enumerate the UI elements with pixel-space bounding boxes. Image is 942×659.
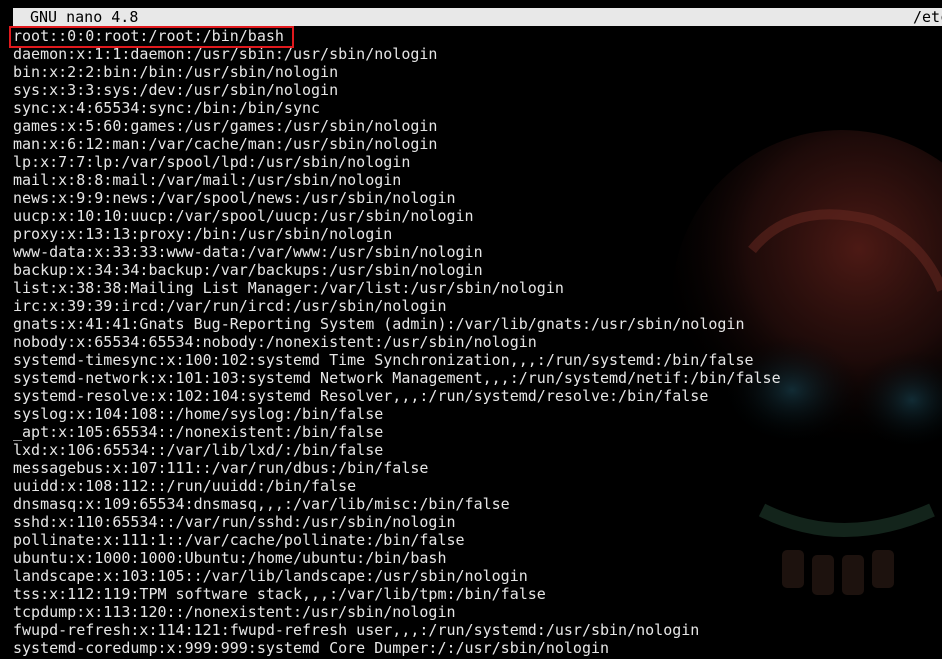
editor-line[interactable]: proxy:x:13:13:proxy:/bin:/usr/sbin/nolog… [13,225,942,243]
editor-line[interactable]: bin:x:2:2:bin:/bin:/usr/sbin/nologin [13,63,942,81]
editor-line-root[interactable]: root::0:0:root:/root:/bin/bash [13,27,942,45]
editor-line[interactable]: systemd-coredump:x:999:999:systemd Core … [13,639,942,657]
editor-line[interactable]: pollinate:x:111:1::/var/cache/pollinate:… [13,531,942,549]
file-path-label: /etc [913,8,942,26]
editor-line[interactable]: list:x:38:38:Mailing List Manager:/var/l… [13,279,942,297]
editor-line[interactable]: tss:x:112:119:TPM software stack,,,:/var… [13,585,942,603]
editor-text-area[interactable]: root::0:0:root:/root:/bin/bash daemon:x:… [13,27,942,657]
editor-line[interactable]: _apt:x:105:65534::/nonexistent:/bin/fals… [13,423,942,441]
editor-line[interactable]: gnats:x:41:41:Gnats Bug-Reporting System… [13,315,942,333]
editor-line[interactable]: lp:x:7:7:lp:/var/spool/lpd:/usr/sbin/nol… [13,153,942,171]
editor-line[interactable]: nobody:x:65534:65534:nobody:/nonexistent… [13,333,942,351]
editor-line[interactable]: sync:x:4:65534:sync:/bin:/bin/sync [13,99,942,117]
editor-line[interactable]: lxd:x:106:65534::/var/lib/lxd/:/bin/fals… [13,441,942,459]
editor-line[interactable]: messagebus:x:107:111::/var/run/dbus:/bin… [13,459,942,477]
editor-line[interactable]: landscape:x:103:105::/var/lib/landscape:… [13,567,942,585]
editor-line[interactable]: daemon:x:1:1:daemon:/usr/sbin:/usr/sbin/… [13,45,942,63]
editor-line[interactable]: uuidd:x:108:112::/run/uuidd:/bin/false [13,477,942,495]
app-version-label: GNU nano 4.8 [30,8,139,26]
editor-line[interactable]: www-data:x:33:33:www-data:/var/www:/usr/… [13,243,942,261]
editor-line[interactable]: backup:x:34:34:backup:/var/backups:/usr/… [13,261,942,279]
editor-line[interactable]: syslog:x:104:108::/home/syslog:/bin/fals… [13,405,942,423]
editor-line[interactable]: systemd-timesync:x:100:102:systemd Time … [13,351,942,369]
editor-line[interactable]: ubuntu:x:1000:1000:Ubuntu:/home/ubuntu:/… [13,549,942,567]
editor-line[interactable]: sys:x:3:3:sys:/dev:/usr/sbin/nologin [13,81,942,99]
editor-line[interactable]: irc:x:39:39:ircd:/var/run/ircd:/usr/sbin… [13,297,942,315]
editor-line[interactable]: systemd-network:x:101:103:systemd Networ… [13,369,942,387]
nano-title-bar: GNU nano 4.8 /etc [13,8,942,26]
editor-line[interactable]: man:x:6:12:man:/var/cache/man:/usr/sbin/… [13,135,942,153]
editor-line[interactable]: fwupd-refresh:x:114:121:fwupd-refresh us… [13,621,942,639]
editor-line[interactable]: news:x:9:9:news:/var/spool/news:/usr/sbi… [13,189,942,207]
terminal-window: GNU nano 4.8 /etc root::0:0:root:/root:/… [0,0,942,659]
editor-line[interactable]: games:x:5:60:games:/usr/games:/usr/sbin/… [13,117,942,135]
editor-line[interactable]: mail:x:8:8:mail:/var/mail:/usr/sbin/nolo… [13,171,942,189]
editor-line[interactable]: uucp:x:10:10:uucp:/var/spool/uucp:/usr/s… [13,207,942,225]
editor-line[interactable]: sshd:x:110:65534::/var/run/sshd:/usr/sbi… [13,513,942,531]
editor-line[interactable]: dnsmasq:x:109:65534:dnsmasq,,,:/var/lib/… [13,495,942,513]
editor-line[interactable]: tcpdump:x:113:120::/nonexistent:/usr/sbi… [13,603,942,621]
editor-line[interactable]: systemd-resolve:x:102:104:systemd Resolv… [13,387,942,405]
